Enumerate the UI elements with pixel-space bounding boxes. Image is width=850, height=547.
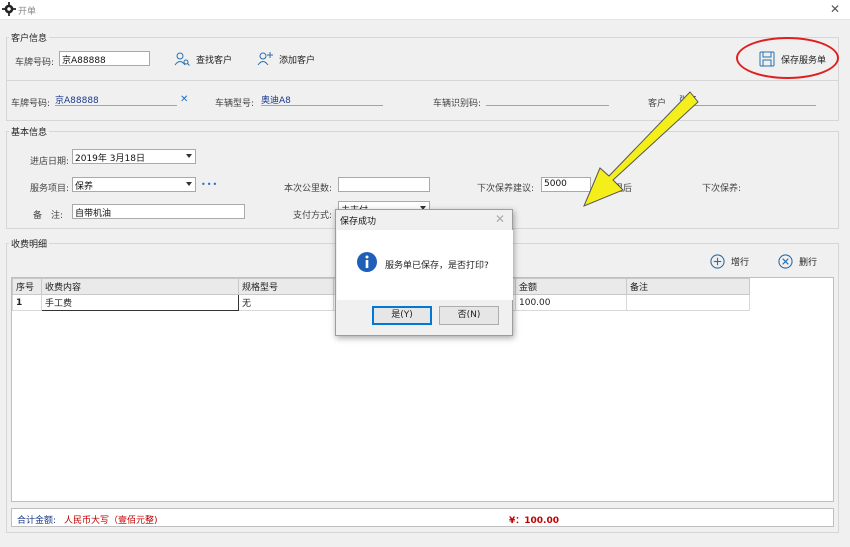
dialog-body: 服务单已保存，是否打印? bbox=[337, 230, 513, 300]
clear-icon[interactable]: ✕ bbox=[180, 94, 188, 105]
charges-legend: 收费明细 bbox=[11, 240, 48, 250]
no-button[interactable]: 否(N) bbox=[439, 306, 499, 325]
customer-info-legend: 客户信息 bbox=[11, 34, 48, 44]
add-user-icon bbox=[257, 52, 273, 66]
customer-info-group: 客户信息 bbox=[6, 31, 839, 121]
divider bbox=[7, 80, 838, 81]
plate-field[interactable]: 京A88888 bbox=[55, 91, 177, 106]
entry-date-picker[interactable]: 2019年 3月18日 bbox=[72, 149, 196, 164]
service-item-label: 服务项目: bbox=[30, 184, 70, 194]
add-customer-button[interactable]: 添加客户 bbox=[257, 52, 315, 66]
total-caps: 人民币大写（壹佰元整) bbox=[64, 516, 158, 526]
entry-date-label: 进店日期: bbox=[30, 157, 70, 167]
plate-label: 车牌号码: bbox=[11, 99, 51, 109]
amount-cell[interactable]: 100.00 bbox=[515, 294, 627, 311]
plate-search-label: 车牌号码: bbox=[15, 58, 55, 68]
chevron-down-icon bbox=[186, 154, 192, 158]
gear-icon bbox=[2, 2, 16, 16]
remark-input[interactable]: 自带机油 bbox=[72, 204, 245, 219]
find-user-icon bbox=[174, 52, 190, 66]
title-bar: 开单 ✕ bbox=[0, 0, 850, 20]
model-field[interactable]: 奥迪A8 bbox=[261, 91, 383, 106]
column-header[interactable]: 收费内容 bbox=[41, 278, 239, 295]
next-service-advice-label: 下次保养建议: bbox=[477, 184, 535, 194]
model-label: 车辆型号: bbox=[215, 99, 255, 109]
vin-label: 车辆识别码: bbox=[433, 99, 482, 109]
dialog-close-button[interactable]: ✕ bbox=[495, 212, 505, 226]
content-cell[interactable]: 手工费 bbox=[41, 294, 239, 311]
total-label: 合计金额: bbox=[17, 516, 57, 526]
plate-search-input[interactable]: 京A88888 bbox=[59, 51, 150, 66]
column-header[interactable]: 金额 bbox=[515, 278, 627, 295]
total-bar: 合计金额: 人民币大写（壹佰元整) ¥：100.00 bbox=[11, 508, 834, 527]
window-title: 开单 bbox=[18, 7, 37, 17]
payment-label: 支付方式: bbox=[293, 211, 333, 221]
delete-row-button[interactable]: 删行 bbox=[778, 254, 817, 269]
annotation-oval bbox=[736, 37, 839, 79]
dialog-title: 保存成功 bbox=[340, 217, 377, 227]
total-amount: ¥：100.00 bbox=[509, 516, 559, 526]
chevron-down-icon bbox=[186, 182, 192, 186]
add-row-label: 增行 bbox=[731, 258, 750, 268]
column-header[interactable]: 序号 bbox=[12, 278, 42, 295]
plus-circle-icon bbox=[710, 254, 725, 269]
save-success-dialog: 保存成功 ✕ 服务单已保存，是否打印? 是(Y) 否(N) bbox=[335, 209, 513, 336]
column-header[interactable]: 备注 bbox=[626, 278, 750, 295]
yes-button[interactable]: 是(Y) bbox=[372, 306, 432, 325]
mileage-label: 本次公里数: bbox=[284, 184, 333, 194]
close-circle-icon bbox=[778, 254, 793, 269]
add-customer-label: 添加客户 bbox=[279, 55, 316, 66]
add-row-button[interactable]: 增行 bbox=[710, 254, 749, 269]
service-item-select[interactable]: 保养 bbox=[72, 177, 196, 192]
basic-info-legend: 基本信息 bbox=[11, 128, 48, 138]
find-customer-button[interactable]: 查找客户 bbox=[174, 52, 232, 66]
window-close-button[interactable]: ✕ bbox=[830, 2, 840, 16]
info-icon bbox=[357, 252, 377, 272]
annotation-arrow-icon bbox=[583, 91, 699, 207]
remark-label: 备 注: bbox=[33, 211, 64, 221]
row-number-cell: 1 bbox=[12, 294, 42, 311]
delete-row-label: 删行 bbox=[799, 258, 818, 268]
entry-date-value: 2019年 3月18日 bbox=[75, 154, 145, 164]
note-cell[interactable] bbox=[626, 294, 750, 311]
column-header[interactable]: 规格型号 bbox=[238, 278, 334, 295]
mileage-input[interactable] bbox=[338, 177, 430, 192]
spec-cell[interactable]: 无 bbox=[238, 294, 334, 311]
next-service-label: 下次保养: bbox=[702, 184, 742, 194]
service-item-value: 保养 bbox=[75, 182, 94, 192]
find-customer-label: 查找客户 bbox=[196, 55, 233, 66]
more-options-icon[interactable]: ••• bbox=[201, 180, 218, 189]
dialog-message: 服务单已保存，是否打印? bbox=[385, 261, 489, 271]
